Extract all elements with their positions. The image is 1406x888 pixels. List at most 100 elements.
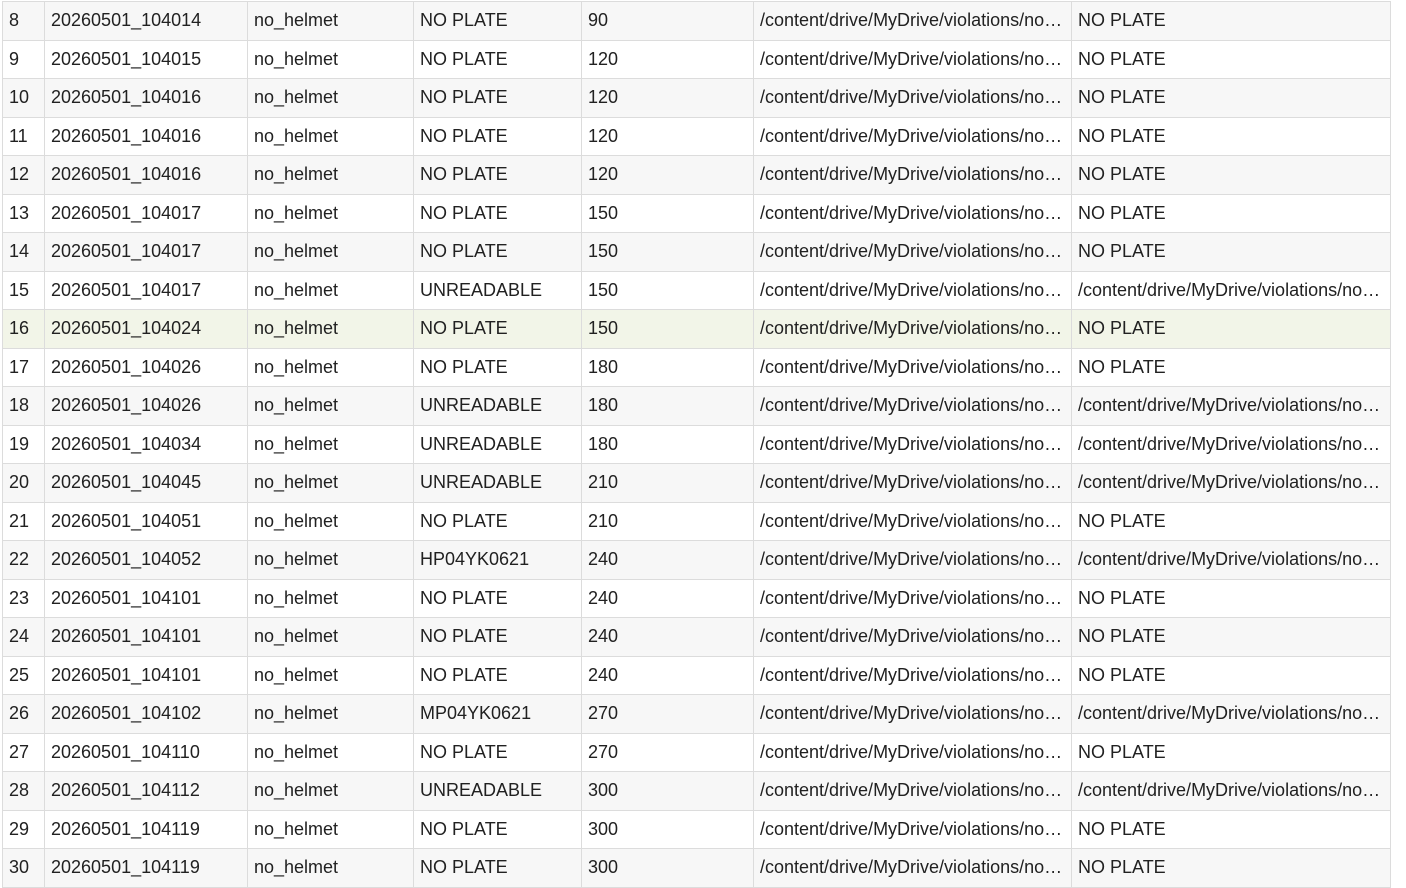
row-index-cell: 16	[2, 309, 45, 349]
fine-amount-cell: 240	[581, 540, 754, 580]
plate-number-cell: HP04YK0621	[413, 540, 582, 580]
violation-type-cell: no_helmet	[247, 1, 414, 41]
row-index-cell: 24	[2, 617, 45, 657]
timestamp-cell: 20260501_104026	[44, 347, 248, 387]
row-index-cell: 21	[2, 501, 45, 541]
table-row[interactable]: 21 20260501_104051 no_helmet NO PLATE 210/co…	[2, 501, 1391, 541]
image-path-cell: /content/drive/MyDrive/violations/no_hel…	[753, 193, 1072, 233]
violation-type-cell: no_helmet	[247, 232, 414, 272]
plate-image-cell: NO PLATE	[1071, 617, 1391, 657]
image-path-cell: /content/drive/MyDrive/violations/no_hel…	[753, 1, 1072, 41]
fine-amount-cell: 240	[581, 617, 754, 657]
image-path-cell: /content/drive/MyDrive/violations/no_hel…	[753, 655, 1072, 695]
timestamp-cell: 20260501_104014	[44, 1, 248, 41]
timestamp-cell: 20260501_104017	[44, 193, 248, 233]
fine-amount-cell: 120	[581, 39, 754, 79]
table-row[interactable]: 18 20260501_104026 no_helmet UNREADABLE 180/…	[2, 386, 1391, 426]
image-path-cell: /content/drive/MyDrive/violations/no_hel…	[753, 694, 1072, 734]
violation-type-cell: no_helmet	[247, 39, 414, 79]
row-index-cell: 9	[2, 39, 45, 79]
table-row[interactable]: 28 20260501_104112 no_helmet UNREADABLE 300/…	[2, 771, 1391, 811]
table-row[interactable]: 10 20260501_104016 no_helmet NO PLATE 120/co…	[2, 78, 1391, 118]
plate-image-cell: /content/drive/MyDrive/violations/no_hel…	[1071, 270, 1391, 310]
table-row[interactable]: 9 20260501_104015 no_helmet NO PLATE 120/con…	[2, 39, 1391, 79]
row-index-cell: 19	[2, 424, 45, 464]
table-row[interactable]: 29 20260501_104119 no_helmet NO PLATE 300/co…	[2, 809, 1391, 849]
fine-amount-cell: 210	[581, 501, 754, 541]
table-row[interactable]: 12 20260501_104016 no_helmet NO PLATE 120/co…	[2, 155, 1391, 195]
image-path-cell: /content/drive/MyDrive/violations/no_hel…	[753, 116, 1072, 156]
plate-image-cell: /content/drive/MyDrive/violations/no_hel…	[1071, 771, 1391, 811]
table-row[interactable]: 26 20260501_104102 no_helmet MP04YK0621 270/…	[2, 694, 1391, 734]
image-path-cell: /content/drive/MyDrive/violations/no_hel…	[753, 232, 1072, 272]
row-index-cell: 13	[2, 193, 45, 233]
fine-amount-cell: 240	[581, 655, 754, 695]
fine-amount-cell: 150	[581, 193, 754, 233]
table-row[interactable]: 17 20260501_104026 no_helmet NO PLATE 180/co…	[2, 347, 1391, 387]
plate-image-cell: /content/drive/MyDrive/violations/no_hel…	[1071, 540, 1391, 580]
plate-image-cell: NO PLATE	[1071, 232, 1391, 272]
plate-number-cell: NO PLATE	[413, 116, 582, 156]
table-row[interactable]: 19 20260501_104034 no_helmet UNREADABLE 180/…	[2, 424, 1391, 464]
plate-number-cell: UNREADABLE	[413, 771, 582, 811]
image-path-cell: /content/drive/MyDrive/violations/no_hel…	[753, 309, 1072, 349]
table-row[interactable]: 8 20260501_104014 no_helmet NO PLATE 90/cont…	[2, 1, 1391, 41]
image-path-cell: /content/drive/MyDrive/violations/no_hel…	[753, 732, 1072, 772]
timestamp-cell: 20260501_104101	[44, 655, 248, 695]
table-row[interactable]: 30 20260501_104119 no_helmet NO PLATE 300/co…	[2, 848, 1391, 888]
table-row[interactable]: 22 20260501_104052 no_helmet HP04YK0621 240/…	[2, 540, 1391, 580]
plate-number-cell: UNREADABLE	[413, 386, 582, 426]
plate-number-cell: NO PLATE	[413, 155, 582, 195]
violation-type-cell: no_helmet	[247, 155, 414, 195]
row-index-cell: 27	[2, 732, 45, 772]
fine-amount-cell: 240	[581, 578, 754, 618]
dataframe-table-container: 8 20260501_104014 no_helmet NO PLATE 90/cont…	[2, 1, 1391, 888]
plate-number-cell: NO PLATE	[413, 732, 582, 772]
table-row[interactable]: 23 20260501_104101 no_helmet NO PLATE 240/co…	[2, 578, 1391, 618]
image-path-cell: /content/drive/MyDrive/violations/no_hel…	[753, 424, 1072, 464]
plate-image-cell: NO PLATE	[1071, 155, 1391, 195]
timestamp-cell: 20260501_104119	[44, 809, 248, 849]
image-path-cell: /content/drive/MyDrive/violations/no_hel…	[753, 463, 1072, 503]
image-path-cell: /content/drive/MyDrive/violations/no_hel…	[753, 39, 1072, 79]
plate-image-cell: /content/drive/MyDrive/violations/no_hel…	[1071, 463, 1391, 503]
image-path-cell: /content/drive/MyDrive/violations/no_hel…	[753, 501, 1072, 541]
plate-number-cell: NO PLATE	[413, 39, 582, 79]
plate-number-cell: NO PLATE	[413, 617, 582, 657]
timestamp-cell: 20260501_104102	[44, 694, 248, 734]
plate-number-cell: NO PLATE	[413, 578, 582, 618]
row-index-cell: 25	[2, 655, 45, 695]
plate-image-cell: NO PLATE	[1071, 78, 1391, 118]
timestamp-cell: 20260501_104017	[44, 232, 248, 272]
image-path-cell: /content/drive/MyDrive/violations/no_hel…	[753, 540, 1072, 580]
row-index-cell: 22	[2, 540, 45, 580]
violation-type-cell: no_helmet	[247, 386, 414, 426]
fine-amount-cell: 120	[581, 155, 754, 195]
row-index-cell: 14	[2, 232, 45, 272]
row-index-cell: 18	[2, 386, 45, 426]
plate-number-cell: NO PLATE	[413, 193, 582, 233]
table-row[interactable]: 24 20260501_104101 no_helmet NO PLATE 240/co…	[2, 617, 1391, 657]
image-path-cell: /content/drive/MyDrive/violations/no_hel…	[753, 809, 1072, 849]
violation-type-cell: no_helmet	[247, 347, 414, 387]
table-row[interactable]: 20 20260501_104045 no_helmet UNREADABLE 210/…	[2, 463, 1391, 503]
row-index-cell: 28	[2, 771, 45, 811]
timestamp-cell: 20260501_104110	[44, 732, 248, 772]
image-path-cell: /content/drive/MyDrive/violations/no_hel…	[753, 155, 1072, 195]
table-row[interactable]: 14 20260501_104017 no_helmet NO PLATE 150/co…	[2, 232, 1391, 272]
violation-type-cell: no_helmet	[247, 578, 414, 618]
table-row[interactable]: 16 20260501_104024 no_helmet NO PLATE 150/co…	[2, 309, 1391, 349]
plate-number-cell: NO PLATE	[413, 655, 582, 695]
fine-amount-cell: 300	[581, 848, 754, 888]
image-path-cell: /content/drive/MyDrive/violations/no_hel…	[753, 347, 1072, 387]
fine-amount-cell: 150	[581, 309, 754, 349]
table-row[interactable]: 27 20260501_104110 no_helmet NO PLATE 270/co…	[2, 732, 1391, 772]
table-row[interactable]: 25 20260501_104101 no_helmet NO PLATE 240/co…	[2, 655, 1391, 695]
table-row[interactable]: 13 20260501_104017 no_helmet NO PLATE 150/co…	[2, 193, 1391, 233]
plate-image-cell: NO PLATE	[1071, 1, 1391, 41]
fine-amount-cell: 210	[581, 463, 754, 503]
table-row[interactable]: 11 20260501_104016 no_helmet NO PLATE 120/co…	[2, 116, 1391, 156]
plate-number-cell: NO PLATE	[413, 848, 582, 888]
table-body: 8 20260501_104014 no_helmet NO PLATE 90/cont…	[2, 1, 1391, 888]
table-row[interactable]: 15 20260501_104017 no_helmet UNREADABLE 150/…	[2, 270, 1391, 310]
